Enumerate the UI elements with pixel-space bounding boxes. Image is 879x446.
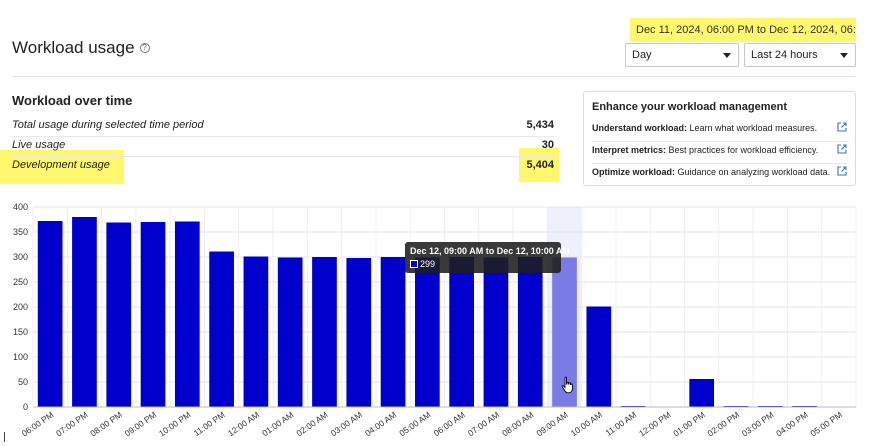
- tooltip-title: Dec 12, 09:00 AM to Dec 12, 10:00 AM: [410, 246, 570, 256]
- x-tick-label: 01:00 PM: [671, 409, 707, 438]
- info-link-text: Guidance on analyzing workload data.: [675, 167, 831, 177]
- x-tick-label: 09:00 AM: [535, 409, 570, 438]
- info-link-bold: Optimize workload:: [592, 167, 676, 177]
- info-link-understand[interactable]: Understand workload: Learn what workload…: [592, 120, 849, 142]
- x-tick-label: 08:00 AM: [500, 409, 535, 438]
- tooltip-swatch: [410, 260, 418, 268]
- chart-bar: [174, 221, 200, 407]
- x-tick-label: 04:00 PM: [774, 409, 810, 438]
- edge-mark: [4, 432, 5, 442]
- chart-bar: [277, 257, 303, 407]
- page-title-text: Workload usage: [12, 38, 135, 57]
- chart-bar: [415, 257, 440, 407]
- granularity-value: Day: [632, 49, 652, 61]
- info-link-bold: Interpret metrics:: [592, 145, 667, 155]
- chart-tooltip: Dec 12, 09:00 AM to Dec 12, 10:00 AM 299: [405, 242, 570, 273]
- date-range-label: Dec 11, 2024, 06:00 PM to Dec 12, 2024, …: [630, 18, 856, 42]
- x-tick-label: 11:00 PM: [192, 409, 227, 438]
- x-tick-label: 05:00 AM: [397, 409, 432, 438]
- x-tick-label: 12:00 AM: [226, 409, 261, 438]
- chart-bar: [517, 257, 543, 407]
- section-title: Workload over time: [12, 93, 133, 108]
- external-link-icon[interactable]: [837, 144, 847, 154]
- chart-bar: [380, 257, 406, 407]
- chart-bar: [449, 257, 474, 407]
- x-tick-label: 02:00 PM: [706, 409, 742, 438]
- time-range-value: Last 24 hours: [751, 49, 818, 61]
- y-tick-label: 50: [18, 377, 28, 387]
- x-tick-label: 03:00 PM: [740, 409, 776, 438]
- chart-bar: [72, 217, 97, 407]
- info-link-bold: Understand workload:: [592, 123, 688, 133]
- y-tick-label: 250: [13, 277, 28, 287]
- y-tick-label: 350: [13, 227, 28, 237]
- chart-bar: [209, 251, 234, 407]
- tooltip-value: 299: [420, 259, 436, 269]
- y-tick-label: 150: [13, 327, 28, 337]
- workload-bar-chart: 0 50 100 150 200 250 300 350 400 06:00 PM07:00 PM…: [13, 202, 857, 439]
- chart-bar: [346, 258, 372, 407]
- x-tick-label: 02:00 AM: [294, 409, 329, 438]
- x-tick-label: 05:00 PM: [808, 409, 844, 438]
- x-tick-label: 12:00 PM: [637, 409, 673, 438]
- chart-bar: [37, 221, 63, 407]
- x-tick-label: 09:00 PM: [123, 409, 159, 438]
- help-icon[interactable]: ?: [139, 43, 150, 53]
- chart-bar: [312, 257, 337, 407]
- date-range-text: Dec 11, 2024, 06:00 PM to Dec 12, 2024, …: [636, 24, 856, 36]
- x-tick-label: 04:00 AM: [363, 409, 398, 438]
- y-tick-label: 100: [13, 352, 28, 362]
- y-tick-label: 400: [13, 202, 28, 212]
- chart-bar: [140, 222, 166, 407]
- x-tick-label: 07:00 AM: [466, 409, 501, 438]
- info-link-optimize[interactable]: Optimize workload: Guidance on analyzing…: [592, 164, 849, 186]
- stat-value: 30: [541, 139, 554, 151]
- x-tick-label: 06:00 AM: [432, 409, 467, 438]
- info-link-text: Learn what workload measures.: [687, 123, 818, 133]
- stat-label: Live usage: [12, 139, 66, 151]
- info-panel-title: Enhance your workload management: [592, 101, 787, 113]
- granularity-select[interactable]: Day: [625, 43, 739, 67]
- chart-bar: [689, 379, 715, 407]
- x-tick-label: 06:00 PM: [20, 409, 56, 438]
- x-tick-label: 03:00 AM: [329, 409, 364, 438]
- stat-label: Total usage during selected time period: [12, 119, 204, 131]
- chevron-down-icon: [840, 53, 848, 58]
- stat-row-development: Development usage 5,404: [0, 156, 560, 176]
- chart-bar: [243, 256, 269, 407]
- y-tick-label: 200: [13, 302, 28, 312]
- x-tick-label: 07:00 PM: [54, 409, 90, 438]
- stat-label: Development usage: [12, 159, 110, 171]
- page-title: Workload usage ?: [12, 38, 150, 58]
- chart-bar: [106, 222, 132, 407]
- info-panel: Enhance your workload management Underst…: [583, 91, 856, 186]
- external-link-icon[interactable]: [837, 166, 847, 176]
- stat-value: 5,404: [526, 159, 554, 171]
- x-tick-label: 10:00 PM: [157, 409, 193, 438]
- x-tick-label: 08:00 PM: [88, 409, 124, 438]
- chart-bar: [586, 306, 612, 407]
- y-tick-label: 300: [13, 252, 28, 262]
- info-link-text: Best practices for workload efficiency.: [666, 145, 819, 155]
- info-link-interpret[interactable]: Interpret metrics: Best practices for wo…: [592, 142, 849, 164]
- chart-bar: [483, 257, 509, 407]
- time-range-select[interactable]: Last 24 hours: [744, 43, 856, 67]
- stat-row-total: Total usage during selected time period …: [0, 116, 560, 137]
- external-link-icon[interactable]: [837, 122, 847, 132]
- x-tick-label: 10:00 AM: [569, 409, 604, 438]
- x-tick-label: 01:00 AM: [260, 409, 295, 438]
- y-tick-label: 0: [23, 402, 28, 412]
- stat-value: 5,434: [526, 119, 554, 131]
- header-divider: [12, 76, 855, 77]
- pointer-cursor-icon: [561, 376, 573, 394]
- x-tick-label: 11:00 AM: [604, 409, 639, 437]
- stat-row-live: Live usage 30: [0, 136, 560, 157]
- chevron-down-icon: [723, 53, 731, 58]
